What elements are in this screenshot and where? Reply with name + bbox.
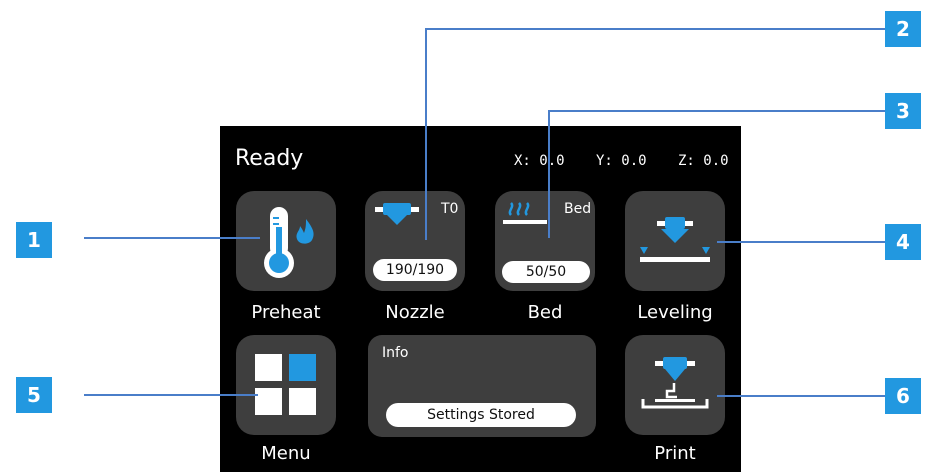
bed-temperature: 50/50 <box>502 261 590 283</box>
info-title: Info <box>382 345 409 361</box>
thermometer-flame-icon <box>264 207 314 278</box>
menu-button[interactable] <box>236 335 336 435</box>
menu-grid-icon <box>255 354 316 415</box>
print-icon <box>641 357 709 409</box>
callout-line-3-horizontal <box>548 110 885 112</box>
nozzle-label: Nozzle <box>385 302 445 323</box>
leveling-icon <box>640 217 710 262</box>
x-coordinate: X: 0.0 <box>514 153 565 169</box>
callout-line-2-vertical <box>425 28 427 240</box>
leveling-button[interactable] <box>625 191 725 291</box>
callout-2: 2 <box>885 11 921 47</box>
callout-line-3-vertical <box>548 110 550 238</box>
info-message: Settings Stored <box>386 403 576 427</box>
leveling-label: Leveling <box>637 302 713 323</box>
callout-line-6 <box>717 395 885 397</box>
callout-4: 4 <box>885 224 921 260</box>
y-coordinate: Y: 0.0 <box>596 153 647 169</box>
callout-line-2-horizontal <box>425 28 885 30</box>
nozzle-tag: T0 <box>441 201 459 217</box>
print-button[interactable] <box>625 335 725 435</box>
callout-line-5 <box>84 394 258 396</box>
nozzle-button[interactable]: T0 190/190 <box>365 191 465 291</box>
nozzle-temperature: 190/190 <box>373 259 457 281</box>
callout-line-4 <box>717 241 885 243</box>
print-label: Print <box>654 443 696 464</box>
preheat-label: Preheat <box>251 302 321 323</box>
heated-bed-icon <box>503 202 547 224</box>
preheat-button[interactable] <box>236 191 336 291</box>
callout-line-1 <box>84 237 260 239</box>
nozzle-icon <box>375 203 419 225</box>
status-text: Ready <box>235 146 304 171</box>
bed-button[interactable]: Bed 50/50 <box>495 191 595 291</box>
printer-screen: Ready X: 0.0 Y: 0.0 Z: 0.0 Preheat T0 19… <box>220 126 741 472</box>
bed-tag: Bed <box>564 201 592 217</box>
menu-label: Menu <box>261 443 311 464</box>
callout-1: 1 <box>16 222 52 258</box>
info-panel: Info Settings Stored <box>368 335 596 437</box>
bed-label: Bed <box>527 302 563 323</box>
callout-5: 5 <box>16 377 52 413</box>
callout-3: 3 <box>885 93 921 129</box>
callout-6: 6 <box>885 378 921 414</box>
z-coordinate: Z: 0.0 <box>678 153 729 169</box>
